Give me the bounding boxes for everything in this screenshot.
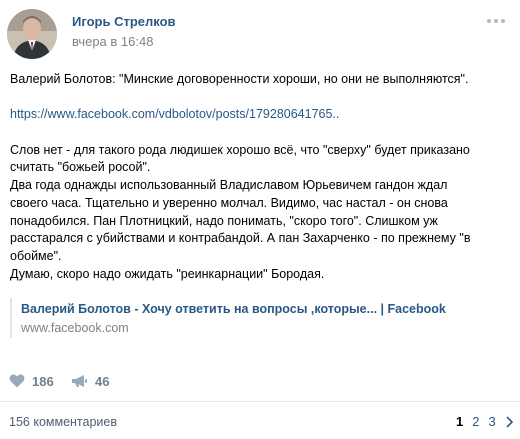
post-author[interactable]: Игорь Стрелков [72, 14, 176, 29]
page-2[interactable]: 2 [472, 414, 479, 429]
like-count: 186 [32, 373, 54, 389]
post-link-url[interactable]: https://www.facebook.com/vdbolotov/posts… [10, 107, 339, 121]
post-text-line: Валерий Болотов: "Минские договоренности… [10, 72, 469, 86]
post-text-line: обойме". [10, 249, 62, 263]
post-text-line: Думаю, скоро надо ожидать "реинкарнации"… [10, 266, 325, 281]
like-button[interactable]: 186 [9, 366, 54, 396]
share-button[interactable]: 46 [71, 366, 109, 396]
post-text: Валерий Болотов: "Минские договоренности… [10, 71, 510, 283]
link-snippet-domain: www.facebook.com [21, 321, 129, 335]
post-text-line: расстарался с убийствами и контрабандой.… [10, 231, 471, 246]
post-date[interactable]: вчера в 16:48 [72, 34, 153, 49]
megaphone-icon [72, 375, 87, 387]
post-text-gap [10, 89, 510, 107]
comments-pagination: 1 2 3 [456, 414, 513, 429]
post-text-line: своего часа. Тщательно и уверенно молчал… [10, 195, 448, 210]
post-text-gap [10, 124, 510, 142]
divider [0, 401, 520, 402]
link-snippet[interactable]: Валерий Болотов - Хочу ответить на вопро… [10, 298, 512, 338]
link-snippet-title[interactable]: Валерий Болотов - Хочу ответить на вопро… [21, 302, 446, 316]
post-text-line: Два года однажды использованный Владисла… [10, 178, 448, 193]
avatar-photo [7, 9, 57, 59]
comments-count[interactable]: 156 комментариев [9, 415, 117, 429]
page-1[interactable]: 1 [456, 414, 463, 429]
avatar[interactable] [7, 9, 57, 59]
post-text-line: Слов нет - для такого рода людишек хорош… [10, 142, 470, 157]
more-options-icon[interactable] [484, 14, 508, 28]
page-3[interactable]: 3 [488, 414, 495, 429]
share-count: 46 [95, 373, 110, 389]
heart-icon [9, 374, 25, 388]
post-text-line: понадобился. Пан Плотницкий, надо понима… [10, 213, 438, 228]
wall-post: Игорь Стрелков вчера в 16:48 Валерий Бол… [0, 0, 520, 439]
post-text-line: считать "божьей росой". [10, 160, 151, 175]
post-actions: 186 46 [0, 366, 520, 396]
chevron-right-icon[interactable] [505, 415, 513, 428]
